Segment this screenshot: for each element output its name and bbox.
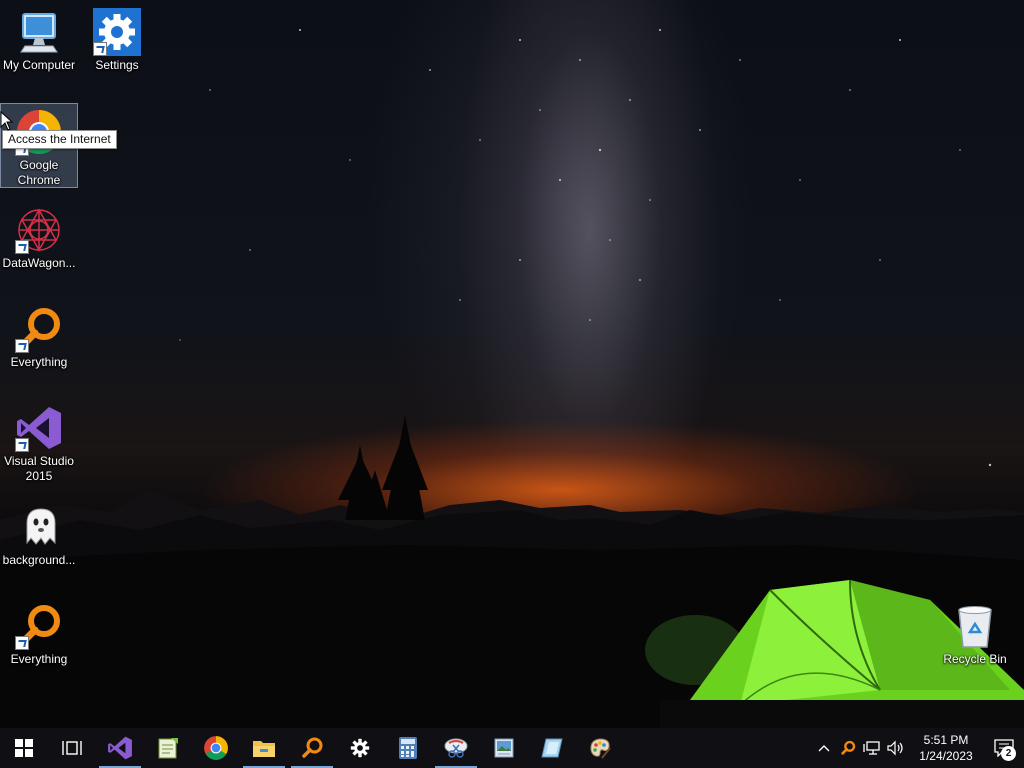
- desktop-icon-settings[interactable]: Settings: [79, 4, 155, 73]
- tray-volume[interactable]: [884, 728, 908, 768]
- notepad-plus-icon: [158, 738, 178, 759]
- taskbar-visual-studio[interactable]: [96, 728, 144, 768]
- desktop-icon-my-computer[interactable]: My Computer: [1, 4, 77, 73]
- tooltip: Access the Internet: [2, 130, 117, 149]
- everything-tray-icon: [841, 740, 856, 755]
- taskbar-calculator[interactable]: [384, 728, 432, 768]
- desktop-icon-visual-studio[interactable]: Visual Studio 2015: [1, 400, 77, 484]
- image-viewer-icon: [494, 738, 514, 758]
- computer-icon: [20, 13, 58, 53]
- action-center-button[interactable]: 2: [984, 728, 1024, 768]
- taskbar-snipping-tool[interactable]: [432, 728, 480, 768]
- visual-studio-icon: [108, 736, 132, 760]
- shortcut-arrow-icon: [15, 339, 29, 353]
- start-button[interactable]: [0, 728, 48, 768]
- settings-gear-icon: [350, 738, 370, 758]
- task-view-icon: [62, 741, 82, 755]
- network-icon: [863, 741, 880, 755]
- chevron-up-icon: [818, 745, 830, 752]
- desktop-icon-datawagon[interactable]: DataWagon...: [1, 202, 77, 271]
- taskbar-paint[interactable]: [576, 728, 624, 768]
- chrome-icon: [204, 736, 228, 760]
- shortcut-arrow-icon: [15, 636, 29, 650]
- paint-icon: [590, 738, 611, 759]
- windows-start-icon: [15, 739, 33, 757]
- taskbar-everything[interactable]: [288, 728, 336, 768]
- taskbar-chrome[interactable]: [192, 728, 240, 768]
- desktop-icon-label: Visual Studio 2015: [4, 454, 74, 483]
- desktop-icon-label: DataWagon...: [2, 256, 76, 270]
- volume-icon: [887, 740, 903, 756]
- mouse-cursor-icon: [0, 111, 14, 131]
- taskbar-file-explorer[interactable]: [240, 728, 288, 768]
- clock-date: 1/24/2023: [919, 749, 973, 763]
- notebook-icon: [541, 738, 563, 758]
- system-tray: 5:51 PM 1/24/2023 2: [812, 728, 1024, 768]
- show-hidden-icons-button[interactable]: [812, 728, 836, 768]
- desktop-icon-label: Google Chrome: [17, 158, 61, 187]
- desktop-icon-label: My Computer: [2, 58, 76, 72]
- snipping-tool-icon: [444, 738, 468, 758]
- task-view-button[interactable]: [48, 728, 96, 768]
- taskbar: 5:51 PM 1/24/2023 2: [0, 728, 1024, 768]
- desktop-icon-everything-2[interactable]: Everything: [1, 598, 77, 667]
- desktop-icon-everything[interactable]: Everything: [1, 301, 77, 370]
- tray-everything[interactable]: [836, 728, 860, 768]
- ghost-icon: [26, 508, 56, 545]
- desktop-icon-background[interactable]: background...: [1, 499, 77, 568]
- everything-search-icon: [302, 737, 323, 758]
- desktop-icon-label: Recycle Bin: [943, 652, 1007, 666]
- taskbar-settings[interactable]: [336, 728, 384, 768]
- desktop-wallpaper: [0, 0, 1024, 728]
- clock[interactable]: 5:51 PM 1/24/2023: [908, 732, 984, 764]
- taskbar-notebook[interactable]: [528, 728, 576, 768]
- desktop-icon-recycle-bin[interactable]: Recycle Bin: [937, 598, 1013, 667]
- shortcut-arrow-icon: [15, 240, 29, 254]
- desktop-icon-label: Everything: [10, 652, 68, 666]
- tray-network[interactable]: [860, 728, 884, 768]
- shortcut-arrow-icon: [15, 438, 29, 452]
- file-explorer-icon: [253, 741, 275, 757]
- shortcut-arrow-icon: [93, 42, 107, 56]
- notification-count-badge: 2: [1001, 746, 1016, 761]
- taskbar-image-viewer[interactable]: [480, 728, 528, 768]
- recycle-bin-icon: [958, 606, 992, 648]
- desktop-icon-label: Everything: [10, 355, 68, 369]
- clock-time: 5:51 PM: [923, 733, 969, 747]
- calculator-icon: [399, 737, 417, 759]
- taskbar-notepad-plus[interactable]: [144, 728, 192, 768]
- desktop-icon-label: background...: [2, 553, 76, 567]
- desktop-icon-label: Settings: [95, 58, 139, 72]
